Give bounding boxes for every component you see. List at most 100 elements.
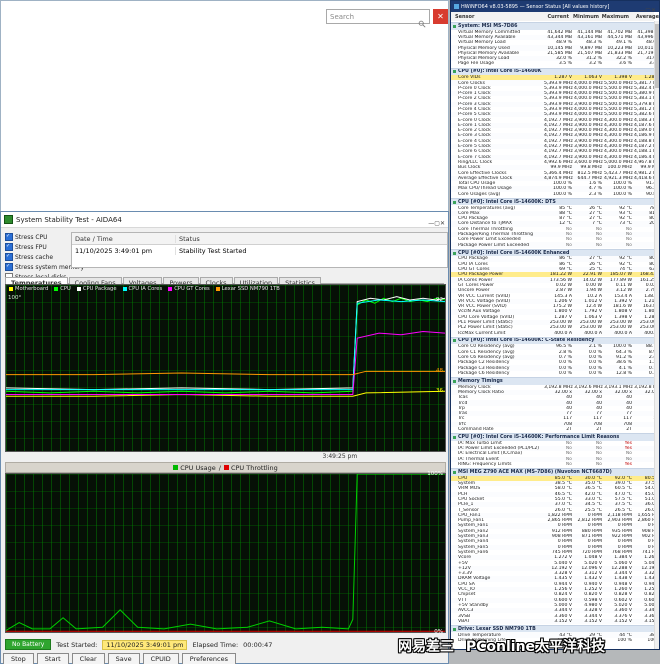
y-axis-top-label: 100° xyxy=(8,295,22,301)
sensor-current: 1.800 V xyxy=(554,309,572,315)
sensor-row[interactable]: VBAT 3.152 V 3.152 V 3.152 V 3.152 V xyxy=(451,618,654,624)
sensor-maximum: 12.288 V xyxy=(611,565,632,571)
sensor-maximum: 3.344 V xyxy=(614,571,632,577)
close-button[interactable]: ✕ xyxy=(440,220,445,227)
sensor-group-cpu-0-intel-core-i5-14600k-c-state-residency[interactable]: CPU [#0]: Intel Core i5-14600K: C-State … xyxy=(451,336,654,345)
sensor-name: Core Clocks xyxy=(458,80,485,86)
sensor-name: Trfc xyxy=(458,421,467,427)
sensor-row[interactable]: Package C6 Residency 0.0 % 0.0 % 12.8 % 0.3 … xyxy=(451,371,654,376)
sensor-average: 0.1 % xyxy=(648,365,654,371)
sensor-group-msi-meg-z790-ace-max-ms-7d86-nuvoton-nct6687d[interactable]: MSI MEG Z790 ACE MAX (MS-7D86) (Nuvoton … xyxy=(451,468,654,476)
sensor-name: Core VIDs xyxy=(458,75,481,81)
sensor-chip-icon xyxy=(453,470,456,474)
sensor-group-memory-timings[interactable]: Memory Timings xyxy=(451,377,654,385)
sensor-average: No xyxy=(634,451,654,456)
sensor-row[interactable]: Page File Usage 3.5 % 3.2 % 3.6 % 3.4 % xyxy=(451,61,654,66)
sensor-maximum: 0 RPM xyxy=(617,523,632,529)
sensor-chip-icon xyxy=(453,70,456,74)
sensor-minimum: 99.8 MHz xyxy=(580,165,602,171)
sensor-average: 21,719 MB xyxy=(637,50,654,56)
cpuid-button[interactable]: CPUID xyxy=(142,653,179,664)
sensor-average: 902 RPM xyxy=(641,534,654,540)
test-started-value: 11/10/2025 3:49:01 pm xyxy=(102,639,188,650)
sensor-minimum: 22.91 W xyxy=(582,272,602,278)
search-placeholder: Search xyxy=(330,12,355,21)
checkbox-stress-cache[interactable]: Stress cache xyxy=(5,252,69,262)
sensor-minimum: 14.02 W xyxy=(582,277,602,283)
search-icon xyxy=(418,13,426,27)
window-controls: —▢✕ xyxy=(428,210,445,230)
stop-button[interactable]: Stop xyxy=(3,653,34,664)
sensor-average: 32.00 x xyxy=(644,389,654,395)
sensor-name: Vcore xyxy=(458,555,472,561)
aida-button-row: Stop Start Clear Save CPUID Preferences xyxy=(3,653,237,664)
column-header-minimum[interactable]: Minimum xyxy=(571,14,601,20)
sensor-maximum: 49.1 % xyxy=(615,40,632,46)
legend-swatch-icon xyxy=(173,464,179,470)
sensor-name: System xyxy=(458,481,476,487)
sensor-row[interactable]: Package Power Limit ExceededNoNoNoNo xyxy=(451,242,654,248)
sensor-minimum: 1.6 % xyxy=(588,181,602,187)
checkbox-stress-cpu[interactable]: Stress CPU xyxy=(5,232,69,242)
sensor-minimum: 32.00 x xyxy=(584,389,602,395)
sensor-maximum: 5,500.0 MHz xyxy=(604,96,633,102)
save-button[interactable]: Save xyxy=(107,653,140,664)
sensor-minimum: 3,900.0 MHz xyxy=(574,122,603,128)
clear-button[interactable]: Clear xyxy=(71,653,105,664)
sensor-name: Physical Memory Available xyxy=(458,50,520,56)
close-button[interactable]: ✕ xyxy=(433,9,448,24)
sensor-minimum: 1.063 V xyxy=(584,314,602,320)
sensor-row[interactable]: Core Usages (avg) 100.0 % 2.3 % 100.0 % 90.8… xyxy=(451,192,654,197)
sensor-average: 26.0 °C xyxy=(644,507,654,513)
sensor-group-drive-lexar-ssd-nm790-1tb[interactable]: Drive: Lexar SSD NM790 1TB xyxy=(451,624,654,633)
sensor-minimum: 2T xyxy=(596,427,602,433)
sensor-row[interactable]: IccMax Current Limit 400.0 A 400.0 A 400.0 … xyxy=(451,330,654,336)
sensor-group-system-msi-ms-7d86[interactable]: System: MSI MS-7D86 xyxy=(451,22,654,30)
sensor-name: PL2 Power Limit (Static) xyxy=(458,325,513,331)
sensor-row[interactable]: Command Rate2T2T2T2T xyxy=(451,427,654,432)
sensor-minimum: 2,812 RPM xyxy=(577,518,602,524)
column-header-average[interactable]: Average xyxy=(631,14,659,20)
sensor-minimum: No xyxy=(595,237,602,243)
sensor-minimum: No xyxy=(595,226,602,232)
sensor-maximum: 5.060 V xyxy=(614,560,632,566)
sensor-name: DRAM Voltage xyxy=(458,576,491,582)
legend-swatch-icon xyxy=(9,287,13,291)
preferences-button[interactable]: Preferences xyxy=(181,653,237,664)
scrollbar[interactable] xyxy=(654,21,659,649)
sensor-average: 40 xyxy=(634,395,654,400)
sensor-name: RING: Frequency Limits xyxy=(458,462,512,468)
sensor-group-cpu-0-intel-core-i5-14600k-dts[interactable]: CPU [#0]: Intel Core i5-14600K: DTS xyxy=(451,197,654,206)
start-button[interactable]: Start xyxy=(36,653,69,664)
sensor-group-cpu-0-intel-core-i5-14600k-performance-limit-reasons[interactable]: CPU [#0]: Intel Core i5-14600K: Performa… xyxy=(451,433,654,441)
sensor-average: No xyxy=(634,237,654,242)
scrollbar-thumb[interactable] xyxy=(655,24,659,88)
sensor-average: 4,188.3 MHz xyxy=(634,117,654,123)
sensor-current: 0.600 V xyxy=(554,597,572,603)
sensor-average: 908 RPM xyxy=(641,528,654,534)
sensor-average: 40 xyxy=(634,406,654,411)
sensor-current: 32.00 x xyxy=(554,389,572,395)
log-row[interactable]: 11/10/2025 3:49:01 pm Stability Test Sta… xyxy=(72,245,447,256)
sensor-minimum: 25 °C xyxy=(589,267,602,273)
sensor-average: 0 RPM xyxy=(647,523,654,529)
sensor-maximum: 100.0 % xyxy=(613,191,632,197)
sensor-current: 5,393.9 MHz xyxy=(544,107,573,112)
sensor-minimum: 34.5 °C xyxy=(584,502,602,508)
checkbox-stress-fpu[interactable]: Stress FPU xyxy=(5,242,69,252)
sensor-name: Pump_Fan1 xyxy=(458,518,485,524)
sensor-name: Physical Memory Used xyxy=(458,45,510,51)
sensor-row[interactable]: RING: Frequency LimitsNoNoYesNo xyxy=(451,462,654,467)
column-header-current[interactable]: Current xyxy=(541,14,571,20)
sensor-current: No xyxy=(565,242,572,248)
sensor-current: 1.287 V xyxy=(554,75,572,81)
sensor-maximum: 5,500.0 MHz xyxy=(604,101,633,107)
sensor-group-cpu-0-intel-core-i5-14600k-enhanced[interactable]: CPU [#0]: Intel Core i5-14600K Enhanced xyxy=(451,248,654,257)
legend-swatch-icon xyxy=(122,287,127,291)
sensor-average: 741 RPM xyxy=(641,549,654,555)
search-input[interactable]: Search xyxy=(326,9,430,27)
sensor-group-cpu-0-intel-core-i5-14600k[interactable]: CPU [#0]: Intel Core i5-14600K xyxy=(451,67,654,76)
column-header-maximum[interactable]: Maximum xyxy=(601,14,631,20)
column-header-sensor[interactable]: Sensor xyxy=(451,14,541,20)
series-cpu xyxy=(6,298,445,393)
